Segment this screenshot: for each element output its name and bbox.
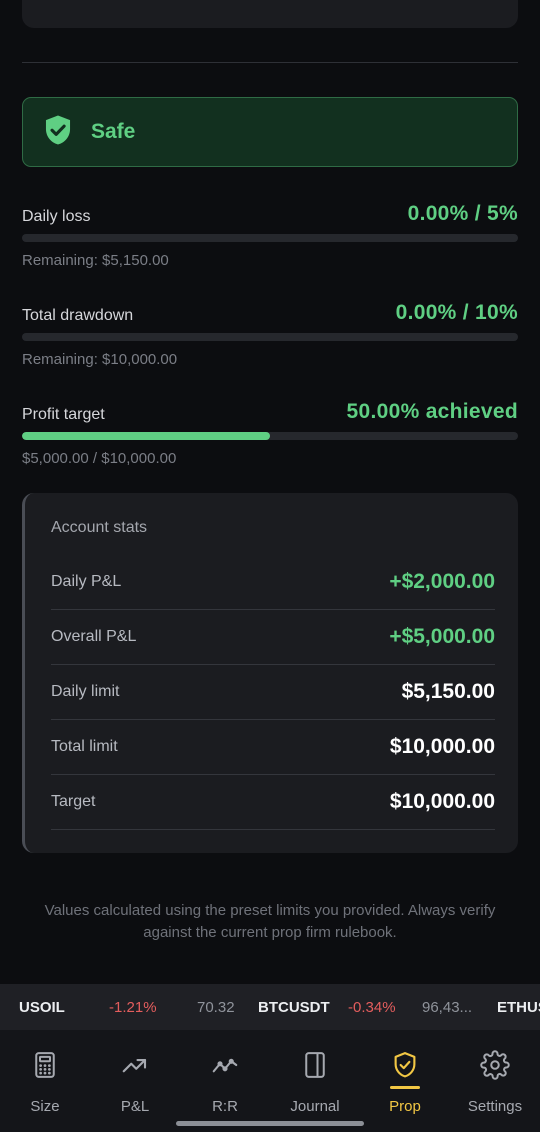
profit-target-value: 50.00% achieved [346,400,518,423]
status-label: Safe [91,120,136,143]
stat-label: Target [51,793,96,810]
stat-value: $10,000.00 [389,735,495,758]
daily-loss-remaining: Remaining: $5,150.00 [22,252,169,269]
stat-row-target: Target $10,000.00 [51,775,495,830]
section-divider [22,62,518,63]
daily-loss-label: Daily loss [22,208,91,225]
home-indicator [176,1121,364,1126]
shield-check-icon [41,113,75,152]
ticker-price: 96,43... [422,999,473,1016]
daily-loss-value: 0.00% / 5% [407,202,518,225]
stat-row-overall-pnl: Overall P&L +$5,000.00 [51,610,495,665]
nav-label: R:R [212,1098,238,1115]
profit-target-label: Profit target [22,406,105,423]
profit-target-metric: Profit target 50.00% achieved $5,000.00 … [22,398,518,467]
bottom-nav: Size P&L R:R Journal Prop Settings [0,1030,540,1132]
nav-rr[interactable]: R:R [180,1030,270,1132]
stat-value: $5,150.00 [401,680,495,703]
nav-journal[interactable]: Journal [270,1030,360,1132]
price-ticker[interactable]: USOIL -1.21% 70.32 BTCUSDT -0.34% 96,43.… [0,984,540,1030]
total-drawdown-value: 0.00% / 10% [395,301,518,324]
disclaimer-note: Values calculated using the preset limit… [44,902,496,941]
active-tab-indicator [390,1086,420,1089]
nav-label: Prop [389,1098,421,1115]
total-drawdown-remaining: Remaining: $10,000.00 [22,351,178,368]
ticker-change: -1.21% [109,999,157,1016]
stat-value: +$2,000.00 [389,570,495,593]
status-banner: Safe [22,97,518,167]
nav-pnl[interactable]: P&L [90,1030,180,1132]
account-stats-card: Account stats Daily P&L +$2,000.00 Overa… [22,493,518,853]
nav-label: Journal [290,1098,340,1115]
ticker-symbol[interactable]: USOIL [19,999,65,1016]
nav-prop[interactable]: Prop [360,1030,450,1132]
stat-value: +$5,000.00 [389,625,495,648]
total-drawdown-progress [22,333,518,341]
profit-target-progress [22,432,518,440]
stat-label: Daily P&L [51,573,122,590]
previous-card [22,0,518,28]
ticker-change: -0.34% [348,999,396,1016]
profit-target-amounts: $5,000.00 / $10,000.00 [22,450,177,467]
stat-row-daily-pnl: Daily P&L +$2,000.00 [51,555,495,610]
stat-label: Daily limit [51,683,120,700]
ticker-symbol[interactable]: BTCUSDT [258,999,330,1016]
stat-row-total-limit: Total limit $10,000.00 [51,720,495,775]
nav-size[interactable]: Size [0,1030,90,1132]
stat-label: Total limit [51,738,118,755]
stat-label: Overall P&L [51,628,137,645]
total-drawdown-metric: Total drawdown 0.00% / 10% Remaining: $1… [22,299,518,368]
stat-row-daily-limit: Daily limit $5,150.00 [51,665,495,720]
daily-loss-metric: Daily loss 0.00% / 5% Remaining: $5,150.… [22,200,518,269]
ticker-price: 70.32 [197,999,235,1016]
ticker-symbol[interactable]: ETHUS [497,999,540,1016]
nav-settings[interactable]: Settings [450,1030,540,1132]
total-drawdown-label: Total drawdown [22,307,134,324]
nav-label: Size [30,1098,60,1115]
stat-value: $10,000.00 [389,790,495,813]
daily-loss-progress [22,234,518,242]
account-stats-title: Account stats [51,519,148,536]
nav-label: Settings [467,1098,523,1115]
nav-label: P&L [120,1098,150,1115]
